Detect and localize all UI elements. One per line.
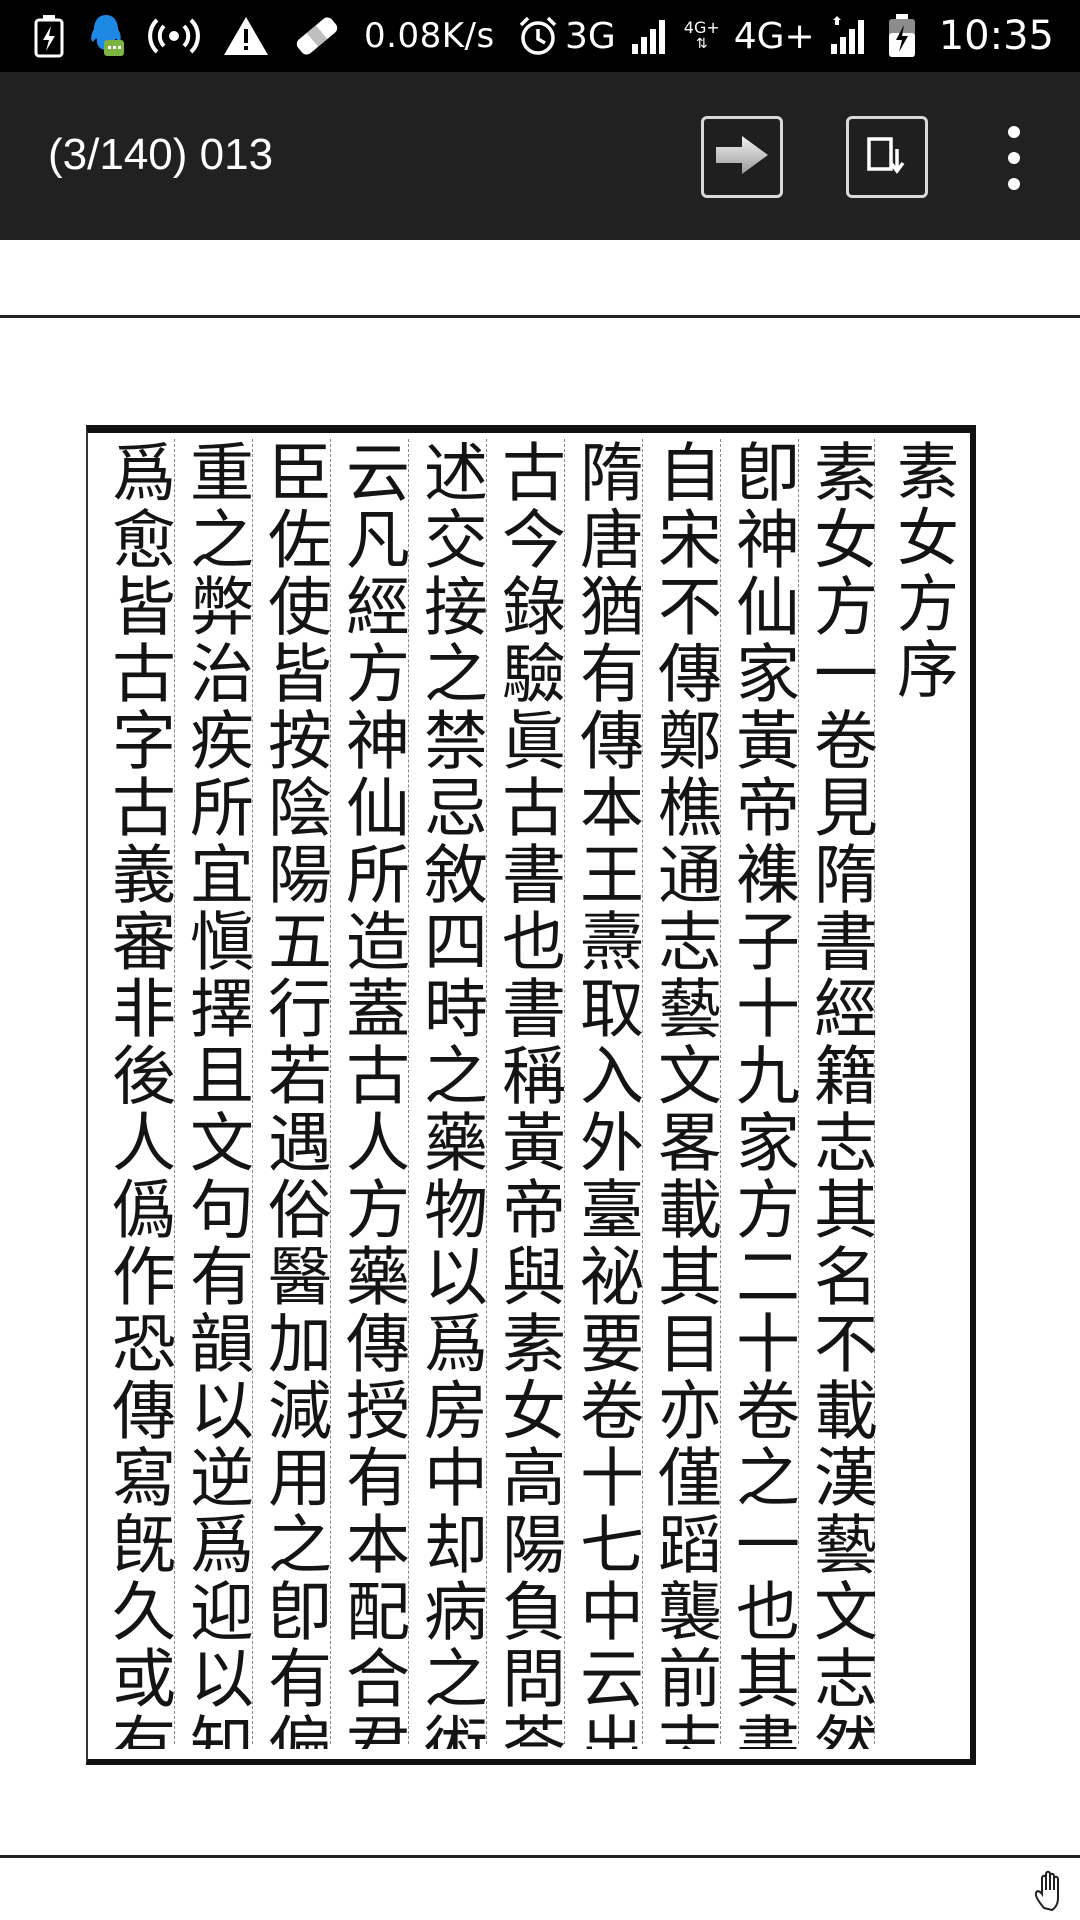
signal-icon <box>630 16 670 56</box>
page-divider-bottom <box>0 1855 1080 1858</box>
hotspot-icon <box>148 16 200 56</box>
text-column: 述交接之禁忌敘四時之藥物以爲房中却病之術 <box>414 439 486 1749</box>
network-3g-label: 3G <box>564 15 616 57</box>
signal-icon-2 <box>829 16 873 56</box>
column-divider <box>486 439 488 1744</box>
text-column: 臣佐使皆按陰陽五行若遇俗醫加減用之卽有偏 <box>258 439 330 1749</box>
qq-chat-icon <box>86 12 126 60</box>
column-divider <box>798 439 800 1744</box>
text-column: 隋唐猶有傳本王燾取入外臺祕要卷十七中云出 <box>570 439 642 1749</box>
page-divider-top <box>0 315 1080 318</box>
clock-time: 10:35 <box>938 13 1054 59</box>
battery-charging-icon <box>34 14 64 58</box>
app-bar: (3/140) 013 <box>0 72 1080 240</box>
text-column: 爲愈皆古字古義審非後人僞作恐傳寫旣久或有 <box>102 439 174 1749</box>
data-arrows-icon: ⇅ <box>695 36 708 52</box>
column-divider <box>252 439 254 1744</box>
status-bar-left: 0.08K/s <box>0 0 559 72</box>
save-page-icon <box>863 131 911 183</box>
hand-pan-icon[interactable] <box>1030 1868 1076 1914</box>
document-title: 素女方序 <box>886 439 958 703</box>
network-speed-text: 0.08K/s <box>364 16 495 56</box>
network-4g-small: 4G+ ⇅ <box>683 18 720 53</box>
overflow-menu-button[interactable] <box>990 126 1038 190</box>
more-vert-dot <box>1008 178 1020 190</box>
arrow-right-icon <box>712 133 772 181</box>
network-4g-small-label: 4G+ <box>683 18 720 37</box>
text-column: 卽神仙家黃帝襍子十九家方二十卷之一也其書 <box>726 439 798 1749</box>
warning-icon <box>222 15 270 57</box>
status-bar-right: 3G 4G+ ⇅ 4G+ 10:35 <box>565 0 1080 72</box>
save-page-button[interactable] <box>846 116 928 198</box>
column-divider <box>174 439 176 1744</box>
more-vert-dot <box>1008 152 1020 164</box>
network-4g-plus-label: 4G+ <box>733 15 815 57</box>
text-column: 自宋不傳鄭樵通志藝文畧載其目亦僅蹈襲前志 <box>648 439 720 1749</box>
column-divider <box>408 439 410 1744</box>
document-page[interactable]: 素女方序 素女方一卷見隋書經籍志其名不載漢藝文志然 卽神仙家黃帝襍子十九家方二十… <box>86 425 976 1775</box>
more-vert-icon <box>1008 126 1020 138</box>
status-bar: 0.08K/s 3G 4G+ ⇅ 4G+ 10:35 <box>0 0 1080 72</box>
column-divider <box>720 439 722 1744</box>
text-column: 素女方一卷見隋書經籍志其名不載漢藝文志然 <box>804 439 876 1749</box>
text-column: 云凡經方神仙所造蓋古人方藥傳授有本配合君 <box>336 439 408 1749</box>
column-divider <box>642 439 644 1744</box>
text-column: 古今錄驗眞古書也書稱黃帝與素女高陽負問荅 <box>492 439 564 1749</box>
battery-icon <box>887 13 917 59</box>
alarm-icon <box>517 15 559 57</box>
next-page-button[interactable] <box>701 116 783 198</box>
page-title: (3/140) 013 <box>48 130 274 179</box>
text-column: 重之弊治疾所宜愼擇且文句有韻以逆爲迎以知 <box>180 439 252 1749</box>
bandage-icon <box>292 13 342 59</box>
column-divider <box>330 439 332 1744</box>
column-divider <box>564 439 566 1744</box>
